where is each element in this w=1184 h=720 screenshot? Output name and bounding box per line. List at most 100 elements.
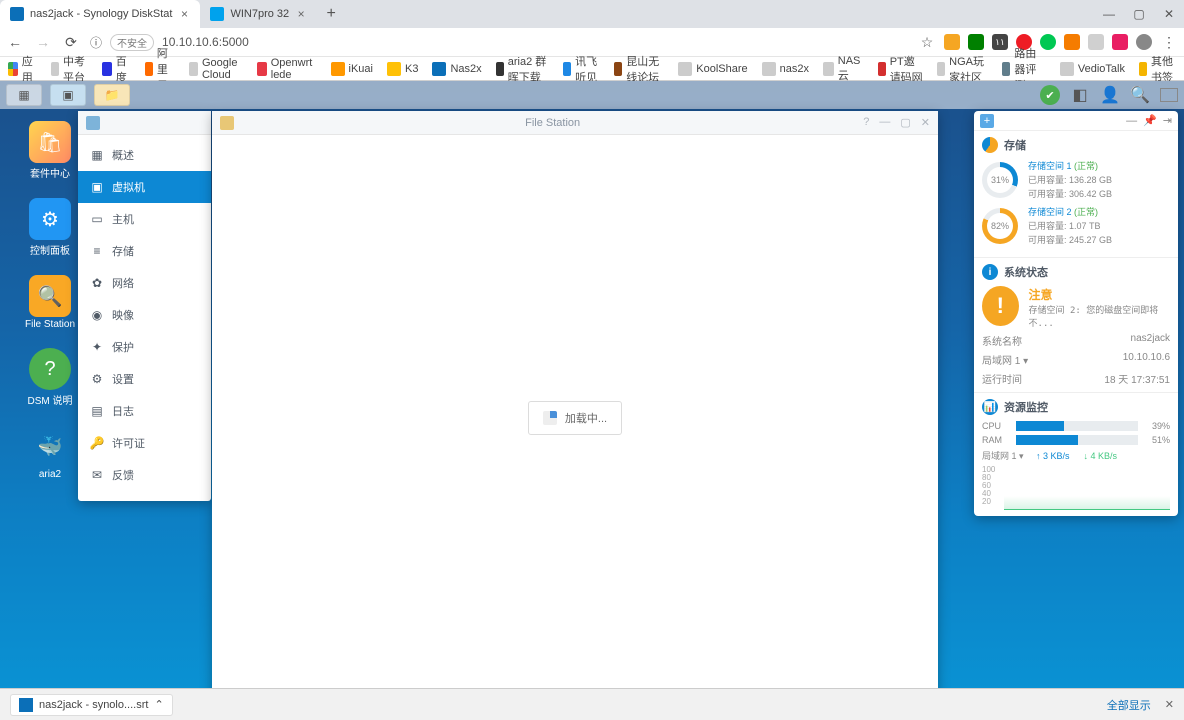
packages-icon[interactable]: ◧ xyxy=(1070,85,1090,105)
vmm-nav-item[interactable]: ✿网络 xyxy=(78,267,211,299)
close-icon[interactable]: ✕ xyxy=(1165,698,1174,711)
bookmark-item[interactable]: iKuai xyxy=(331,62,373,76)
tab-title: nas2jack - Synology DiskStat xyxy=(30,8,172,20)
lan-row[interactable]: 局域网 1 ▾ ↑ 3 KB/s ↓ 4 KB/s xyxy=(982,449,1170,462)
back-button[interactable]: ← xyxy=(6,34,24,50)
bookmark-item[interactable]: Nas2x xyxy=(432,62,481,76)
ext-icon[interactable] xyxy=(944,34,960,50)
close-icon[interactable]: ✕ xyxy=(921,116,930,129)
bookmark-item[interactable]: NGA玩家社区 xyxy=(937,53,988,85)
control-panel-icon: ⚙ xyxy=(29,198,71,240)
taskbar-filestation-button[interactable]: 📁 xyxy=(94,84,130,106)
desktop-icon-aria2[interactable]: 🐳 aria2 xyxy=(20,425,80,480)
minimize-icon[interactable]: — xyxy=(879,116,890,129)
search-icon[interactable]: 🔍 xyxy=(1130,85,1150,105)
vmm-titlebar[interactable] xyxy=(78,111,211,135)
bookmark-item[interactable]: 讯飞听见 xyxy=(563,53,600,85)
dashboard-widget: + — 📌 ⇥ 存储 31% 存储空间 1 (正常) 已用容量: 136.28 … xyxy=(974,111,1178,516)
bookmark-item[interactable]: VedioTalk xyxy=(1060,62,1125,76)
bookmark-item[interactable]: KoolShare xyxy=(678,62,747,76)
bookmark-item[interactable]: nas2x xyxy=(762,62,809,76)
vmm-nav-item[interactable]: ✦保护 xyxy=(78,331,211,363)
vmm-nav-item[interactable]: ◉映像 xyxy=(78,299,211,331)
nav-icon: ▣ xyxy=(90,180,104,194)
bookmark-item[interactable]: NAS云 xyxy=(823,55,864,83)
dsm-desktop: ▦ ▣ 📁 ✔ ◧ 👤 🔍 🛍 套件中心 ⚙ 控制面板 🔍 File Stati… xyxy=(0,81,1184,701)
new-tab-button[interactable]: + xyxy=(317,5,345,23)
minimize-icon[interactable]: — xyxy=(1094,7,1124,21)
bookmark-item[interactable]: Openwrt lede xyxy=(257,57,317,81)
widgets-icon[interactable] xyxy=(1160,88,1178,102)
bookmark-item[interactable]: 百度 xyxy=(102,53,131,85)
bookmark-item[interactable]: K3 xyxy=(387,62,418,76)
taskbar-vmm-button[interactable]: ▣ xyxy=(50,84,86,106)
desktop-icon-package-center[interactable]: 🛍 套件中心 xyxy=(20,121,80,180)
desktop-icon-control-panel[interactable]: ⚙ 控制面板 xyxy=(20,198,80,257)
vmm-nav-item[interactable]: ⚙设置 xyxy=(78,363,211,395)
browser-tab-active[interactable]: nas2jack - Synology DiskStat × xyxy=(0,0,200,28)
network-graph xyxy=(1004,466,1170,510)
star-icon[interactable]: ☆ xyxy=(918,34,936,51)
bookmark-item[interactable]: 中考平台 xyxy=(51,53,88,85)
dashboard-header[interactable]: + — 📌 ⇥ xyxy=(974,111,1178,131)
nav-icon: ▤ xyxy=(90,404,104,418)
cpu-bar: CPU 39% xyxy=(982,421,1170,431)
nav-icon: ≡ xyxy=(90,244,104,258)
ext-icon[interactable] xyxy=(1112,34,1128,50)
ext-icon[interactable] xyxy=(1136,34,1152,50)
nav-label: 反馈 xyxy=(112,467,134,483)
menu-icon[interactable]: ⋮ xyxy=(1160,34,1178,51)
bookmark-item[interactable]: PT邀请码网 xyxy=(878,53,923,85)
ext-icon[interactable] xyxy=(1064,34,1080,50)
health-badge-icon[interactable]: ✔ xyxy=(1040,85,1060,105)
close-icon[interactable]: ✕ xyxy=(1154,7,1184,21)
vmm-nav-item[interactable]: ▭主机 xyxy=(78,203,211,235)
url-field[interactable]: ⓘ 不安全 10.10.10.6:5000 xyxy=(90,34,908,51)
vmm-nav-item[interactable]: ▤日志 xyxy=(78,395,211,427)
vmm-window: ▦概述▣虚拟机▭主机≡存储✿网络◉映像✦保护⚙设置▤日志🔑许可证✉反馈 xyxy=(78,111,211,501)
volume-row[interactable]: 31% 存储空间 1 (正常) 已用容量: 136.28 GB 可用容量: 30… xyxy=(982,159,1170,201)
vmm-nav-item[interactable]: 🔑许可证 xyxy=(78,427,211,459)
maximize-icon[interactable]: ▢ xyxy=(900,116,910,129)
file-station-icon: 🔍 xyxy=(29,275,71,317)
add-widget-button[interactable]: + xyxy=(980,114,994,128)
desktop-icon-file-station[interactable]: 🔍 File Station xyxy=(20,275,80,330)
main-menu-button[interactable]: ▦ xyxy=(6,84,42,106)
minimize-icon[interactable]: — xyxy=(1126,115,1137,127)
info-icon[interactable]: ⓘ xyxy=(90,34,102,51)
desktop-icon-help[interactable]: ? DSM 说明 xyxy=(20,348,80,407)
expand-icon[interactable]: ⇥ xyxy=(1163,114,1172,127)
help-icon[interactable]: ? xyxy=(863,116,869,129)
ram-bar: RAM 51% xyxy=(982,435,1170,445)
info-row: 运行时间18 天 17:37:51 xyxy=(982,371,1170,386)
pin-icon[interactable]: 📌 xyxy=(1143,114,1157,127)
maximize-icon[interactable]: ▢ xyxy=(1124,7,1154,21)
user-icon[interactable]: 👤 xyxy=(1100,85,1120,105)
nav-icon: ▭ xyxy=(90,212,104,226)
ext-icon[interactable] xyxy=(968,34,984,50)
tab-close-icon[interactable]: × xyxy=(295,8,307,20)
vmm-nav-item[interactable]: ≡存储 xyxy=(78,235,211,267)
bookmark-item[interactable]: Google Cloud xyxy=(189,57,242,81)
apps-button[interactable]: 应用 xyxy=(8,53,37,85)
bookmark-item[interactable]: 昆山无线论坛 xyxy=(614,53,664,85)
help-icon: ? xyxy=(29,348,71,390)
nav-label: 许可证 xyxy=(112,435,145,451)
browser-tab[interactable]: WIN7pro 32 × xyxy=(200,0,317,28)
other-bookmarks[interactable]: 其他书签 xyxy=(1139,53,1176,85)
info-row[interactable]: 局域网 1 ▾10.10.10.6 xyxy=(982,352,1170,367)
show-all-downloads[interactable]: 全部显示 xyxy=(1107,697,1151,713)
forward-button[interactable]: → xyxy=(34,34,52,50)
volume-row[interactable]: 82% 存储空间 2 (正常) 已用容量: 1.07 TB 可用容量: 245.… xyxy=(982,205,1170,247)
bookmark-item[interactable]: aria2 群晖下载 xyxy=(496,53,549,85)
file-station-titlebar[interactable]: File Station ? — ▢ ✕ xyxy=(212,111,938,135)
reload-button[interactable]: ⟳ xyxy=(62,34,80,51)
tab-close-icon[interactable]: × xyxy=(178,8,190,20)
download-item[interactable]: nas2jack - synolo....srt ⌃ xyxy=(10,694,173,716)
vmm-nav-item[interactable]: ▣虚拟机 xyxy=(78,171,211,203)
storage-section: 存储 31% 存储空间 1 (正常) 已用容量: 136.28 GB 可用容量:… xyxy=(974,131,1178,258)
ext-icon[interactable] xyxy=(1088,34,1104,50)
chevron-up-icon[interactable]: ⌃ xyxy=(154,698,163,711)
vmm-nav-item[interactable]: ▦概述 xyxy=(78,139,211,171)
vmm-nav-item[interactable]: ✉反馈 xyxy=(78,459,211,491)
